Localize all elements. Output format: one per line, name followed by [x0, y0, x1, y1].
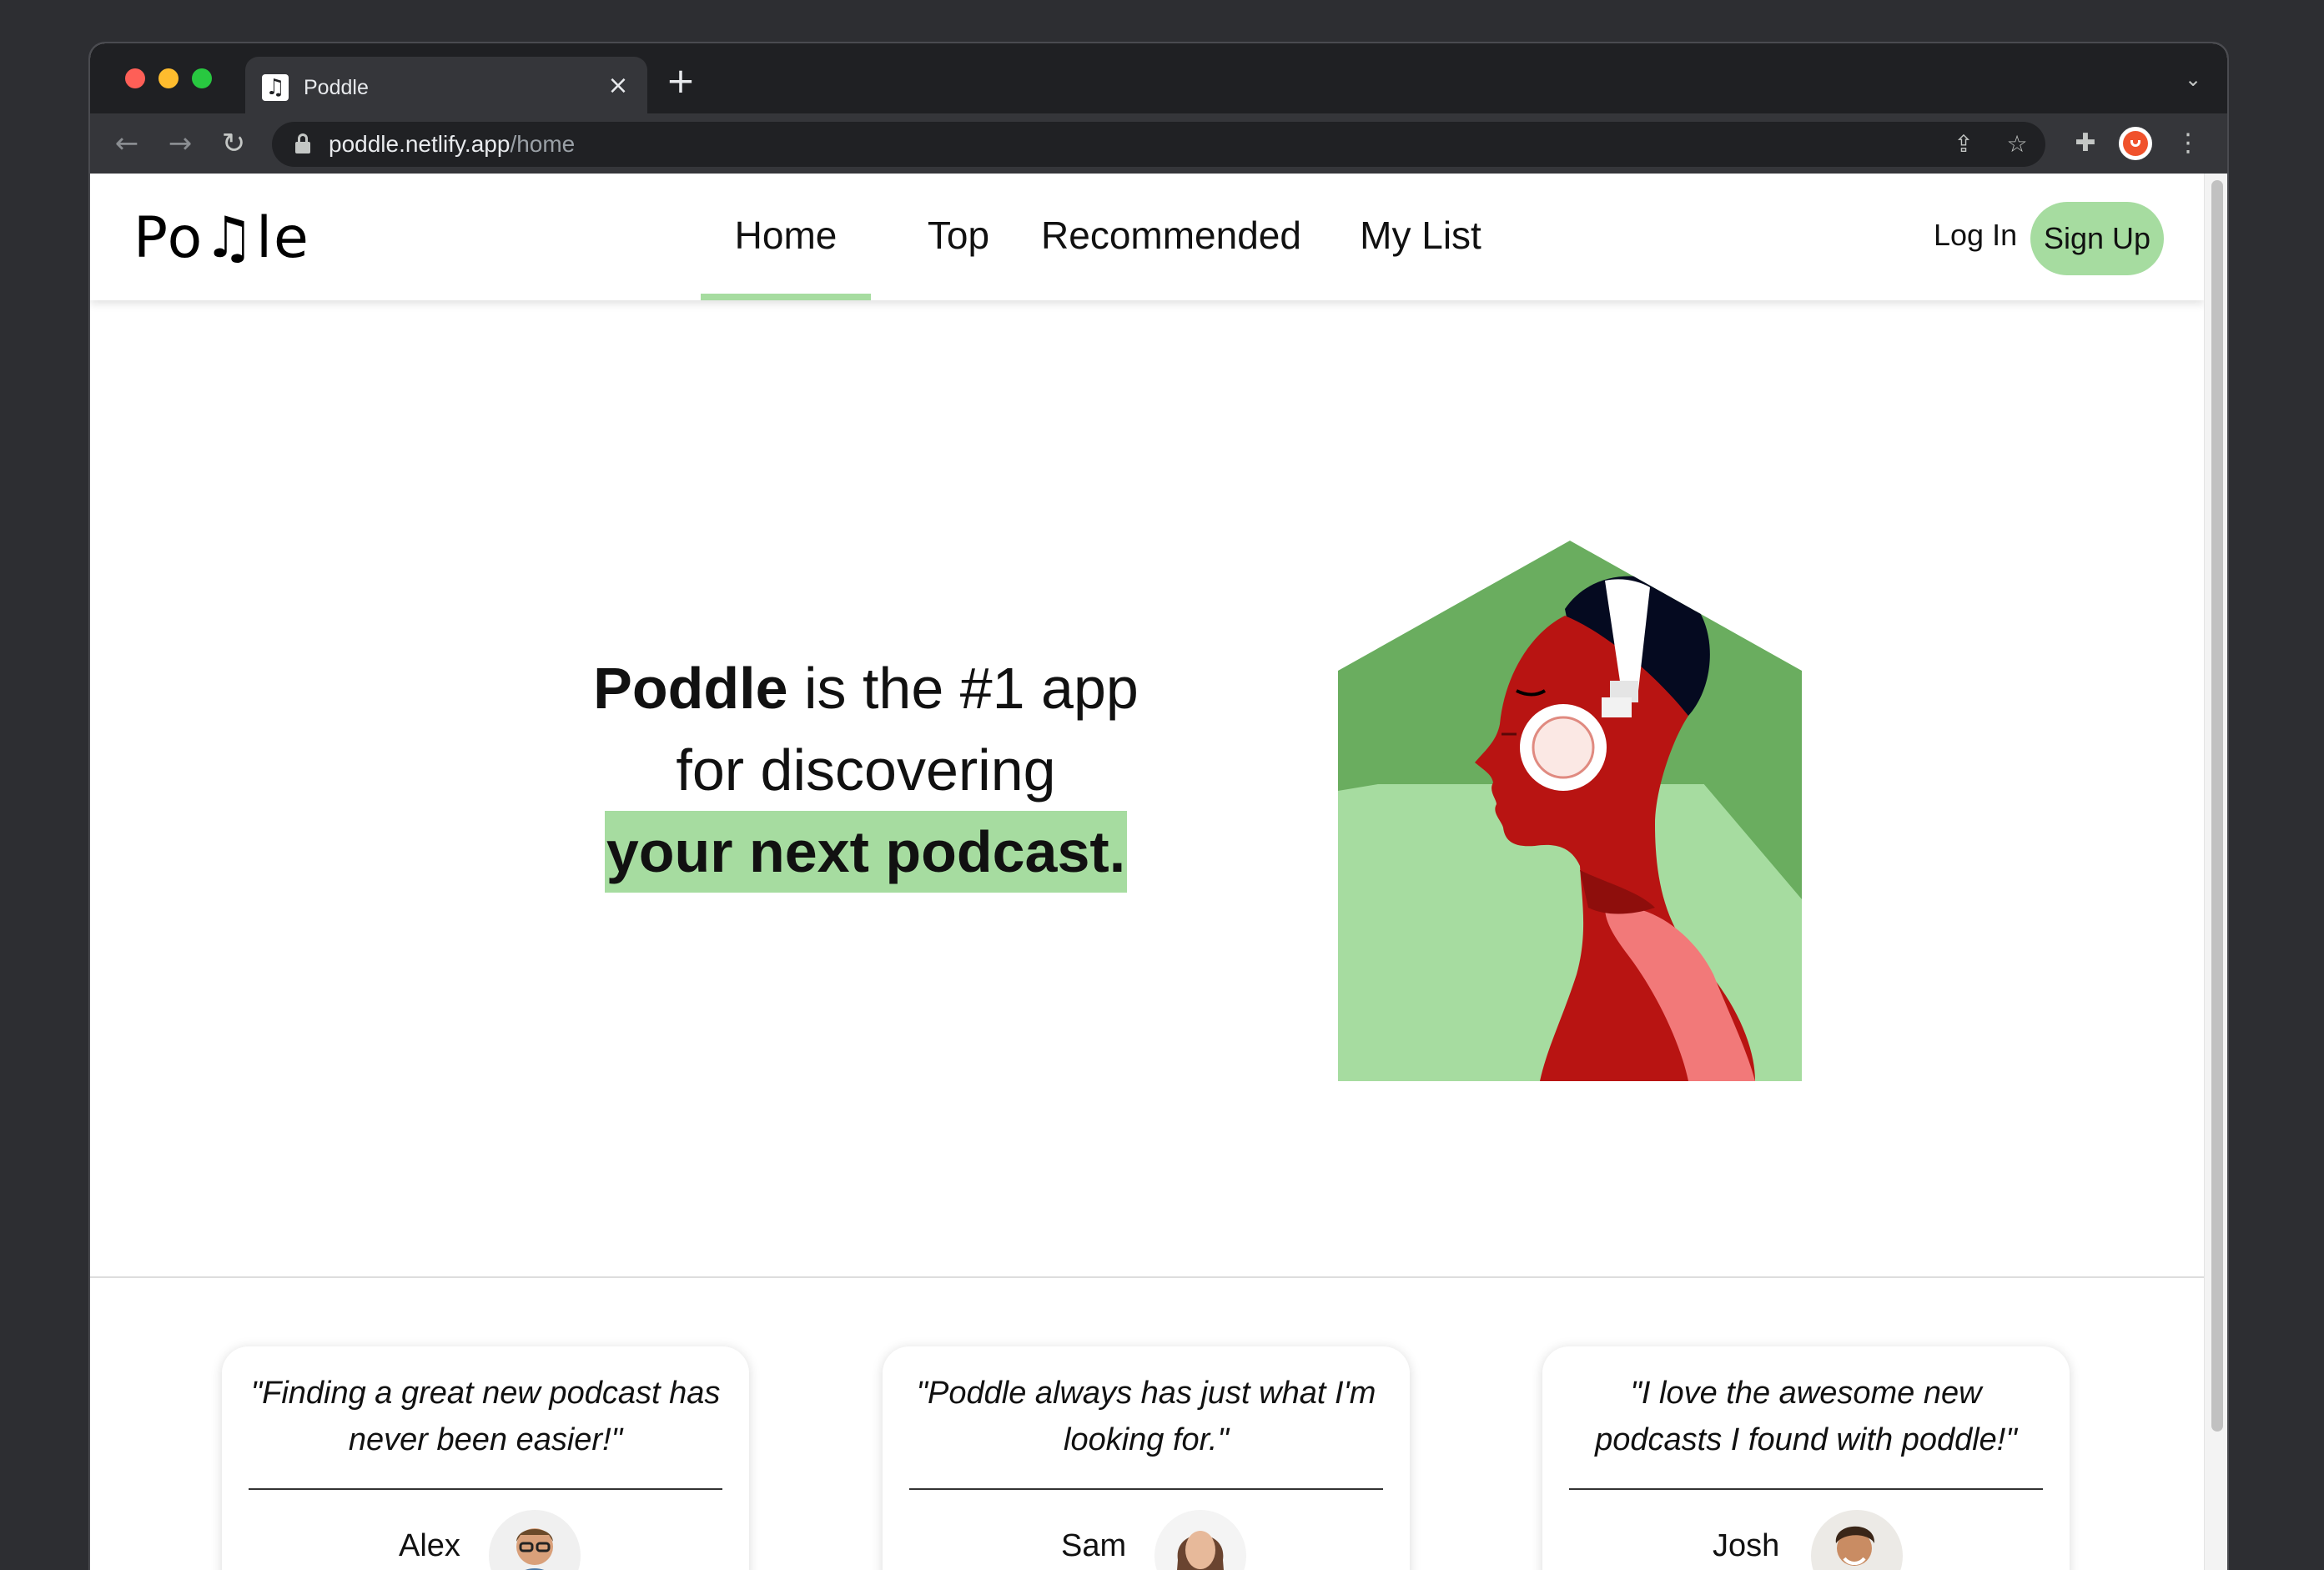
card-divider	[249, 1488, 722, 1490]
scrollbar-thumb[interactable]	[2211, 180, 2223, 1432]
card-divider	[909, 1488, 1383, 1490]
testimonial-card: "I love the awesome new podcasts I found…	[1542, 1346, 2070, 1570]
forward-arrow-icon[interactable]: →	[162, 125, 199, 162]
testimonial-quote: "I love the awesome new podcasts I found…	[1595, 1376, 2017, 1457]
scrollbar[interactable]	[2204, 174, 2227, 1570]
hero-highlight: your next podcast.	[604, 811, 1128, 893]
menu-icon[interactable]: ⋮	[2176, 127, 2201, 160]
avatar	[489, 1510, 581, 1570]
share-icon[interactable]: ⇪	[1947, 128, 1980, 161]
avatar	[1811, 1510, 1903, 1570]
hero-line2: for discovering	[676, 737, 1056, 803]
maximize-window-button[interactable]	[192, 68, 212, 88]
nav-my-list[interactable]: My List	[1340, 210, 1502, 300]
active-nav-indicator	[701, 294, 871, 300]
browser-tab[interactable]: ♫ Poddle ×	[245, 57, 647, 113]
avatar	[1154, 1510, 1246, 1570]
page-viewport: Po♫le Home Top Recommended My List Log I…	[90, 174, 2227, 1570]
site-navbar: Po♫le Home Top Recommended My List Log I…	[90, 174, 2204, 300]
close-icon[interactable]: ×	[604, 72, 632, 100]
minimize-window-button[interactable]	[158, 68, 179, 88]
hero-headline: Poddle is the #1 app for discovering you…	[541, 647, 1191, 893]
signup-button[interactable]: Sign Up	[2030, 202, 2164, 275]
login-link[interactable]: Log In	[1934, 217, 2017, 254]
section-divider	[90, 1276, 2204, 1278]
testimonial-name: Josh	[1713, 1528, 1780, 1563]
nav-top[interactable]: Top	[898, 210, 1019, 300]
hero-line1: is the #1 app	[787, 656, 1139, 721]
nav-recommended[interactable]: Recommended	[1028, 210, 1315, 300]
back-arrow-icon[interactable]: ←	[108, 125, 145, 162]
testimonial-name: Sam	[1061, 1528, 1127, 1563]
close-window-button[interactable]	[125, 68, 145, 88]
lock-icon[interactable]	[295, 133, 310, 155]
tab-strip: ♫ Poddle × + ⌄	[90, 43, 2227, 113]
podcast-listener-illustration	[1338, 541, 1802, 1081]
testimonial-name: Alex	[399, 1528, 460, 1563]
testimonial-card: "Finding a great new podcast has never b…	[222, 1346, 749, 1570]
browser-window: ♫ Poddle × + ⌄ ← → ↻ poddle.netlify.app/…	[90, 43, 2227, 1570]
testimonial-quote: "Finding a great new podcast has never b…	[250, 1376, 721, 1457]
tab-title: Poddle	[304, 76, 369, 99]
music-note-icon: ♫	[262, 74, 289, 101]
testimonial-card: "Poddle always has just what I'm looking…	[883, 1346, 1410, 1570]
site-logo[interactable]: Po♫le	[133, 205, 310, 272]
url-text[interactable]: poddle.netlify.app/home	[329, 131, 575, 158]
testimonial-quote: "Poddle always has just what I'm looking…	[916, 1376, 1376, 1457]
chevron-down-icon[interactable]: ⌄	[2181, 67, 2206, 92]
new-tab-button[interactable]: +	[664, 63, 697, 98]
star-icon[interactable]: ☆	[2000, 128, 2034, 161]
card-divider	[1569, 1488, 2043, 1490]
nav-home[interactable]: Home	[701, 210, 871, 300]
address-bar[interactable]: poddle.netlify.app/home ⇪ ☆	[272, 122, 2045, 167]
hero-brand: Poddle	[593, 656, 788, 721]
puzzle-icon[interactable]: ✚	[2069, 127, 2102, 160]
browser-toolbar: ← → ↻ poddle.netlify.app/home ⇪ ☆ ✚ ⋮	[90, 113, 2227, 174]
profile-avatar[interactable]	[2119, 127, 2152, 160]
reload-icon[interactable]: ↻	[215, 125, 252, 162]
